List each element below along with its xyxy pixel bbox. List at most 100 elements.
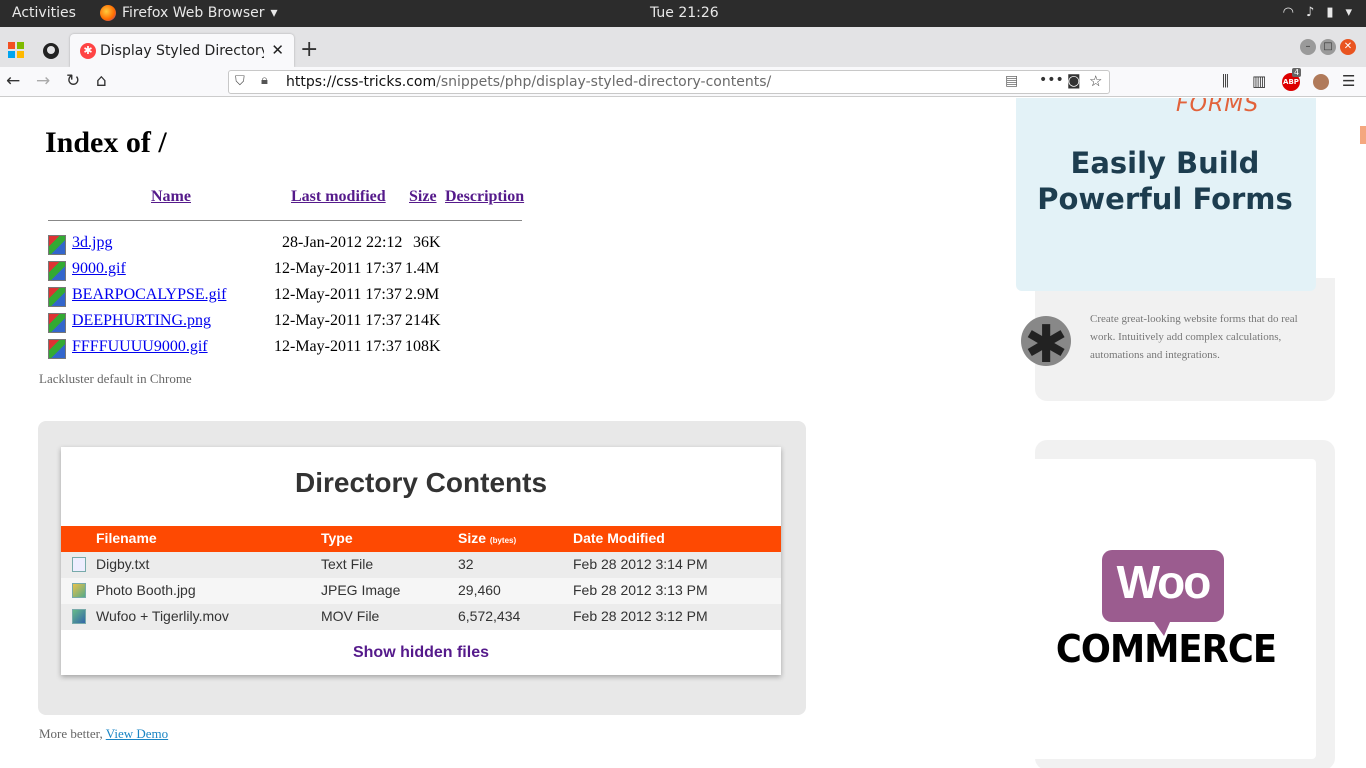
sort-description-link[interactable]: Description: [445, 188, 524, 206]
chevron-down-icon: ▾: [1345, 5, 1352, 20]
volume-icon: ♪: [1306, 5, 1315, 20]
directory-title: Directory Contents: [294, 467, 548, 498]
styled-directory-card: Directory Contents Filename Type Size (b…: [61, 447, 781, 675]
app-menu-label: Firefox Web Browser: [122, 5, 265, 21]
file-link[interactable]: 3d.jpg: [72, 234, 112, 252]
sidebar-icon[interactable]: ▥: [1252, 72, 1266, 90]
github-icon[interactable]: [42, 42, 60, 60]
reload-icon[interactable]: ↻: [66, 71, 80, 91]
col-size[interactable]: Size (bytes): [458, 530, 516, 546]
cell-filename: Photo Booth.jpg: [96, 582, 196, 598]
file-date: 12-May-2011 17:37: [274, 338, 402, 355]
cell-date: Feb 28 2012 3:13 PM: [573, 582, 708, 598]
table-header: Filename Type Size (bytes) Date Modified: [61, 526, 781, 552]
forms-logo: FORMS: [1176, 98, 1260, 117]
image-file-icon: [48, 313, 66, 333]
url-path: /snippets/php/display-styled-directory-c…: [436, 74, 772, 90]
view-demo-link[interactable]: View Demo: [106, 726, 168, 741]
col-date[interactable]: Date Modified: [573, 530, 665, 546]
shield-icon[interactable]: ⛉: [235, 74, 245, 89]
cell-size: 6,572,434: [458, 608, 521, 624]
col-filename[interactable]: Filename: [96, 530, 157, 546]
file-link[interactable]: BEARPOCALYPSE.gif: [72, 286, 226, 304]
ad-description[interactable]: Create great-looking website forms that …: [1090, 310, 1305, 364]
index-title: Index of /: [45, 126, 167, 159]
file-size: 214K: [405, 312, 441, 329]
file-size: 2.9M: [405, 286, 440, 303]
cell-date: Feb 28 2012 3:12 PM: [573, 608, 708, 624]
home-icon[interactable]: ⌂: [96, 71, 107, 91]
scrollbar[interactable]: [1360, 126, 1366, 144]
firefox-icon: [100, 5, 116, 21]
bookmark-star-icon[interactable]: ☆: [1089, 72, 1102, 90]
battery-icon: ▮: [1326, 5, 1334, 20]
pocket-icon[interactable]: ◙: [1067, 73, 1081, 89]
asterisk-icon[interactable]: ✱: [1021, 316, 1071, 374]
cell-filename: Wufoo + Tigerlily.mov: [96, 608, 229, 624]
col-type[interactable]: Type: [321, 530, 353, 546]
activities-button[interactable]: Activities: [12, 5, 76, 21]
url-text[interactable]: https://css-tricks.com/snippets/php/disp…: [286, 74, 771, 90]
maximize-icon[interactable]: □: [1320, 39, 1336, 55]
show-hidden-files-link[interactable]: Show hidden files: [61, 644, 781, 662]
back-icon[interactable]: ←: [6, 71, 20, 91]
system-tray[interactable]: ◠ ♪ ▮ ▾: [1283, 5, 1352, 20]
close-window-icon[interactable]: ✕: [1340, 39, 1356, 55]
commerce-wordmark: COMMERCE: [1055, 627, 1277, 671]
file-date: 12-May-2011 17:37: [274, 312, 402, 329]
file-link[interactable]: 9000.gif: [72, 260, 126, 278]
css-tricks-icon: ✱: [80, 43, 96, 59]
file-date: 12-May-2011 17:37: [274, 286, 402, 303]
table-row[interactable]: Wufoo + Tigerlily.mov MOV File 6,572,434…: [61, 604, 781, 630]
ad-headline-line2: Powerful Forms: [1037, 182, 1293, 216]
ad-headline-line1: Easily Build: [1070, 146, 1260, 180]
new-tab-button[interactable]: +: [300, 37, 318, 62]
sort-size-link[interactable]: Size: [409, 188, 437, 206]
demo-caption-text: More better,: [39, 726, 103, 741]
file-link[interactable]: FFFFUUUU9000.gif: [72, 338, 208, 356]
more-actions-icon[interactable]: •••: [1039, 72, 1064, 88]
table-row[interactable]: Photo Booth.jpg JPEG Image 29,460 Feb 28…: [61, 578, 781, 604]
url-host: https://css-tricks.com: [286, 74, 437, 90]
tab-title: Display Styled Directory Contents: [100, 42, 264, 59]
forms-ad[interactable]: FORMS Easily Build Powerful Forms: [1016, 98, 1316, 291]
library-icon[interactable]: ⫼: [1222, 72, 1229, 90]
file-size: 1.4M: [405, 260, 440, 277]
windows-icon[interactable]: [8, 42, 26, 60]
cell-size: 29,460: [458, 582, 501, 598]
image-file-icon: [48, 339, 66, 359]
system-top-bar: Activities Firefox Web Browser ▾ Tue 21:…: [0, 0, 1366, 27]
ad-headline: Easily Build Powerful Forms: [1016, 145, 1314, 217]
close-tab-icon[interactable]: ✕: [271, 41, 284, 59]
clock[interactable]: Tue 21:26: [650, 5, 719, 21]
url-bar[interactable]: ⛉ 🔒︎ https://css-tricks.com/snippets/php…: [228, 70, 1110, 94]
cell-date: Feb 28 2012 3:14 PM: [573, 556, 708, 572]
table-row[interactable]: Digby.txt Text File 32 Feb 28 2012 3:14 …: [61, 552, 781, 578]
woocommerce-ad[interactable]: Woo COMMERCE: [1016, 459, 1316, 759]
figure-caption: Lackluster default in Chrome: [39, 371, 192, 386]
account-avatar[interactable]: [1313, 74, 1329, 90]
chevron-down-icon: ▾: [270, 5, 278, 21]
forward-icon[interactable]: →: [36, 71, 50, 91]
lock-icon[interactable]: 🔒︎: [261, 73, 268, 88]
wifi-icon: ◠: [1282, 5, 1295, 20]
cell-filename: Digby.txt: [96, 556, 150, 572]
tab-active[interactable]: ✱ Display Styled Directory Contents ✕: [70, 34, 294, 67]
col-size-label: Size: [458, 530, 487, 546]
divider: [48, 220, 522, 221]
image-file-icon: [48, 287, 66, 307]
image-file-icon: [72, 583, 86, 598]
file-date: 12-May-2011 17:37: [274, 260, 402, 277]
menu-icon[interactable]: ☰: [1342, 72, 1355, 90]
file-date: 28-Jan-2012 22:12: [282, 234, 403, 251]
sort-modified-link[interactable]: Last modified: [291, 188, 386, 206]
app-menu[interactable]: Firefox Web Browser ▾: [100, 5, 278, 21]
file-link[interactable]: DEEPHURTING.png: [72, 312, 211, 330]
minimize-icon[interactable]: –: [1300, 39, 1316, 55]
image-file-icon: [48, 261, 66, 281]
sort-name-link[interactable]: Name: [151, 188, 191, 206]
image-file-icon: [48, 235, 66, 255]
woo-logo: Woo: [1102, 550, 1224, 636]
file-size: 108K: [405, 338, 441, 355]
reader-view-icon[interactable]: ▤: [1005, 73, 1018, 89]
